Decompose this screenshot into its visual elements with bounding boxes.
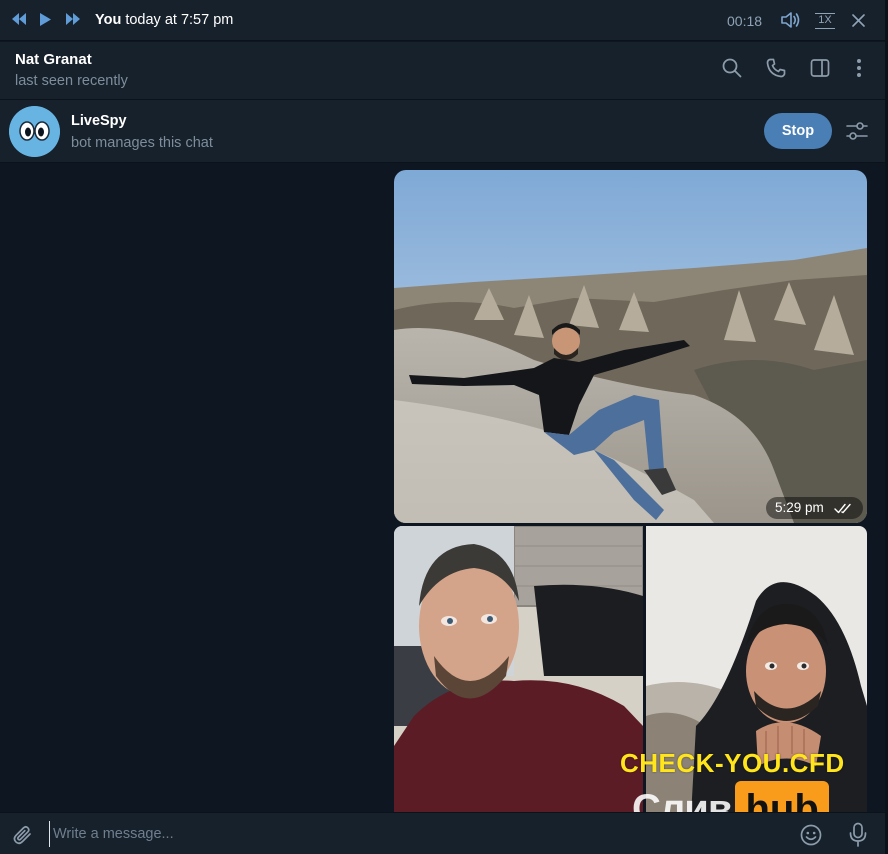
- phone-icon[interactable]: [766, 58, 786, 78]
- photo-selfie[interactable]: [394, 526, 643, 812]
- play-icon[interactable]: [39, 12, 52, 27]
- bot-management-bar: LiveSpy bot manages this chat Stop: [0, 100, 885, 163]
- close-icon[interactable]: [852, 14, 865, 27]
- sidebar-icon[interactable]: [810, 58, 830, 78]
- rewind-icon[interactable]: [11, 12, 27, 26]
- chat-status: last seen recently: [15, 73, 128, 89]
- audio-player-bar: You today at 7:57 pm 00:18 1X: [0, 0, 885, 41]
- watermark-domain: CHECK-YOU.CFD: [620, 748, 845, 778]
- watermark-sliv: Слив: [632, 786, 732, 813]
- fast-forward-icon[interactable]: [65, 12, 81, 26]
- chat-title[interactable]: Nat Granat: [15, 51, 92, 68]
- watermark-logo: Слив hub: [632, 781, 829, 812]
- player-when: today at 7:57 pm: [121, 12, 234, 28]
- chat-header: Nat Granat last seen recently: [0, 42, 885, 100]
- volume-icon[interactable]: [780, 11, 800, 29]
- microphone-icon[interactable]: [848, 822, 868, 848]
- message-time-badge: 5:29 pm: [766, 497, 863, 519]
- message-time: 5:29 pm: [775, 500, 824, 515]
- message-composer: [0, 812, 885, 854]
- photo-landscape[interactable]: [394, 170, 867, 523]
- player-sender: You: [95, 12, 122, 28]
- message-input[interactable]: [49, 821, 749, 847]
- search-icon[interactable]: [722, 58, 742, 78]
- more-icon[interactable]: [855, 58, 863, 78]
- playback-speed-button[interactable]: 1X: [815, 13, 835, 29]
- emoji-icon[interactable]: [800, 824, 822, 846]
- player-track-title[interactable]: You today at 7:57 pm: [95, 12, 233, 28]
- bot-settings-icon[interactable]: [846, 121, 868, 141]
- message-list[interactable]: 5:29 pm CHECK-YOU.CFD Слив hub: [0, 163, 885, 812]
- stop-button[interactable]: Stop: [764, 113, 832, 149]
- bot-avatar[interactable]: [9, 106, 60, 157]
- attach-icon[interactable]: [12, 824, 34, 846]
- bot-subtitle: bot manages this chat: [71, 135, 213, 151]
- bot-name[interactable]: LiveSpy: [71, 113, 127, 129]
- read-receipt-icon: [834, 503, 854, 514]
- player-duration: 00:18: [727, 13, 763, 29]
- watermark-hub: hub: [735, 781, 829, 812]
